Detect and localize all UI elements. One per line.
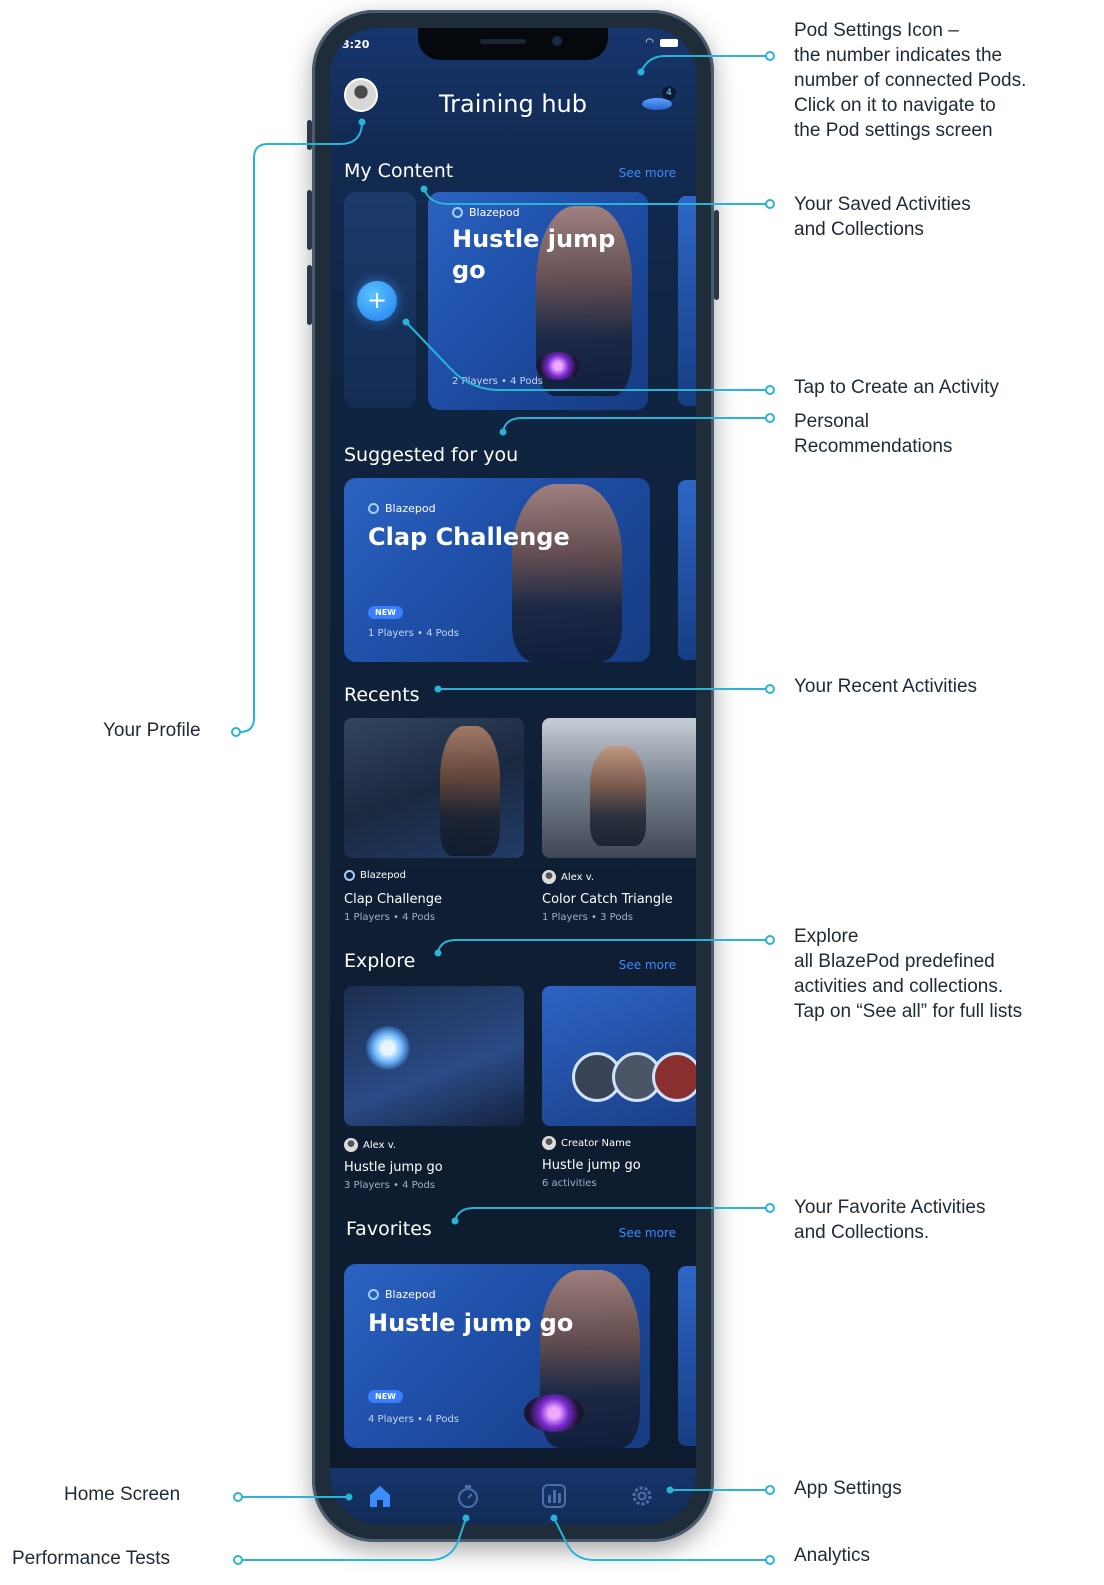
annotation-pod-settings: Pod Settings Icon – the number indicates… <box>794 20 1027 141</box>
callout-line-analytics <box>553 1517 770 1561</box>
annotation-profile: Your Profile <box>103 720 201 741</box>
callout-line-saved <box>423 188 770 205</box>
annotation-recents: Your Recent Activities <box>794 676 978 697</box>
callout-line-performance <box>238 1517 467 1561</box>
annotation-favorites: Your Favorite Activities and Collections… <box>794 1197 986 1243</box>
callout-line-recommend <box>502 417 770 433</box>
annotation-home: Home Screen <box>64 1484 181 1505</box>
annotation-app-settings: App Settings <box>794 1478 902 1499</box>
annotation-explore: Explore all BlazePod predefined activiti… <box>794 926 1023 1022</box>
annotation-saved: Your Saved Activities and Collections <box>794 194 971 240</box>
annotation-recommendations: Personal Recommendations <box>794 411 953 457</box>
annotation-create: Tap to Create an Activity <box>794 377 999 398</box>
callout-line-profile <box>239 121 363 733</box>
callout-line-favorites <box>454 1207 770 1222</box>
annotation-performance: Performance Tests <box>12 1548 171 1569</box>
callout-line-create <box>405 321 770 391</box>
annotation-analytics: Analytics <box>794 1545 871 1566</box>
callout-line-explore <box>437 939 770 954</box>
callout-line-pod-settings <box>640 55 770 73</box>
